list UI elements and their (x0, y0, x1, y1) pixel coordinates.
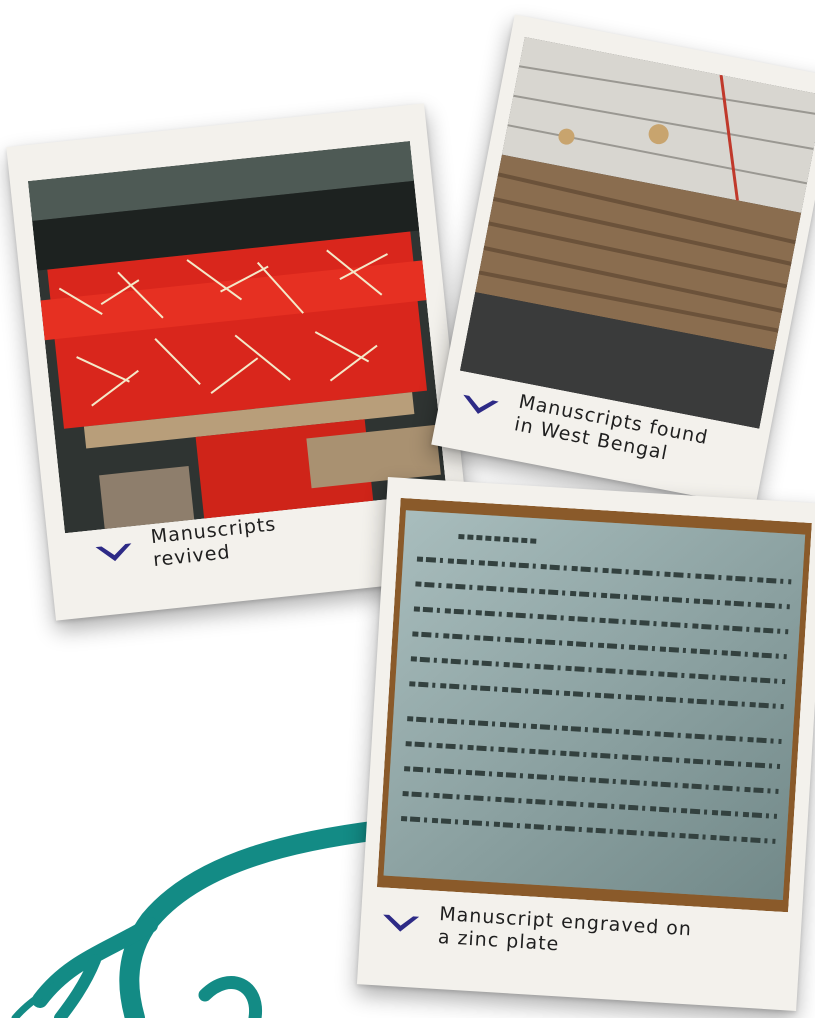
chevron-down-icon (463, 394, 499, 415)
zinc-plate-photo (376, 497, 812, 913)
palm-leaf-manuscripts-photo (459, 36, 815, 429)
chevron-down-icon (95, 543, 132, 562)
chevron-down-icon (383, 914, 420, 932)
red-cloth-bundles-photo (27, 141, 447, 534)
photo-card-zinc-plate: Manuscript engraved on a zinc plate (356, 477, 815, 1011)
caption-zinc-plate: Manuscript engraved on a zinc plate (379, 899, 693, 964)
